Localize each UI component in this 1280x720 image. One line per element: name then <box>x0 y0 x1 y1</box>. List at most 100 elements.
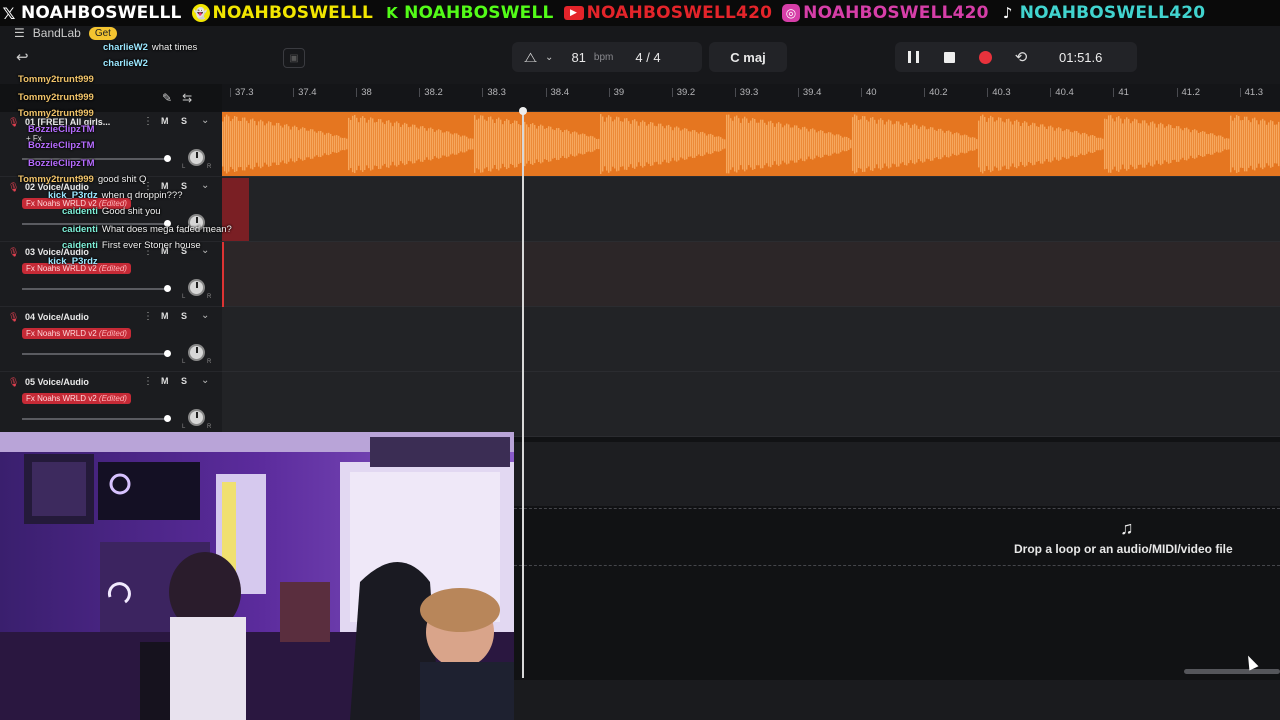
waveform-sample <box>666 125 668 163</box>
track-lane-04[interactable] <box>222 307 1280 372</box>
waveform-sample <box>1232 120 1234 168</box>
track-lane-02[interactable] <box>222 177 1280 242</box>
chevron-down-icon[interactable]: ⌄ <box>201 375 209 386</box>
social-instagram: ◎ NOAHBOSWELL420 <box>782 3 989 23</box>
fx-chip[interactable]: Fx Noahs WRLD v2 (Edited) <box>22 393 131 404</box>
waveform-sample <box>674 127 676 161</box>
app-logo[interactable]: ☰ BandLab Get <box>14 26 117 40</box>
social-kick: K NOAHBOSWELL <box>383 3 554 23</box>
track-lane-03[interactable] <box>222 242 1280 307</box>
pan-knob[interactable] <box>188 279 205 296</box>
chat-text: when q droppin??? <box>101 190 183 201</box>
waveform-sample <box>1242 120 1244 168</box>
waveform-sample <box>914 123 916 165</box>
pause-button[interactable] <box>895 42 931 72</box>
volume-slider-handle[interactable] <box>164 350 171 357</box>
chevron-down-icon[interactable]: ⌄ <box>201 115 209 126</box>
waveform-sample <box>1162 124 1164 164</box>
fx-edited-label: (Edited) <box>98 264 127 273</box>
audio-waveform <box>222 114 1280 174</box>
back-arrow-icon[interactable]: ↩ <box>16 48 38 68</box>
track-name[interactable]: 05 Voice/Audio <box>25 377 89 387</box>
volume-slider[interactable] <box>22 415 171 422</box>
waveform-sample <box>294 125 296 163</box>
chat-username: Tommy2trunt999 <box>18 74 94 85</box>
volume-slider-handle[interactable] <box>164 415 171 422</box>
track-lane-05[interactable] <box>222 372 1280 437</box>
waveform-sample <box>834 135 836 153</box>
pencil-icon[interactable]: ✎ <box>162 91 172 105</box>
waveform-sample <box>1268 122 1270 166</box>
chevron-down-icon[interactable]: ⌄ <box>545 52 553 63</box>
solo-button[interactable]: S <box>181 311 187 321</box>
waveform-sample <box>514 120 516 168</box>
drop-zone[interactable] <box>514 508 1280 566</box>
metronome-icon[interactable]: ⧍ <box>524 49 537 66</box>
chevron-down-icon[interactable]: ⌄ <box>201 310 209 321</box>
waveform-sample <box>1194 129 1196 159</box>
waveform-sample <box>1148 125 1150 163</box>
waveform-sample <box>802 127 804 161</box>
mute-button[interactable]: M <box>161 116 169 126</box>
track-header-03[interactable]: 🎙 03 Voice/Audio ⋮ M S ⌄ Fx Noahs WRLD v2 (Edi… <box>0 242 222 307</box>
waveform-sample <box>316 132 318 156</box>
volume-slider-handle[interactable] <box>164 155 171 162</box>
volume-slider[interactable] <box>22 285 171 292</box>
waveform-sample <box>384 124 386 164</box>
mute-button[interactable]: M <box>161 376 169 386</box>
ruler-tick: 40.2 <box>924 87 948 98</box>
chat-message: charlieW2 what times <box>103 42 197 53</box>
hamburger-icon[interactable]: ☰ <box>14 26 25 40</box>
tiktok-icon: ♪ <box>1002 4 1013 22</box>
more-options-icon[interactable]: ⋮ <box>143 376 153 387</box>
waveform-sample <box>1210 133 1212 155</box>
waveform-sample <box>558 128 560 160</box>
cube-icon[interactable]: ▣ <box>283 48 305 68</box>
pan-knob[interactable] <box>188 149 205 166</box>
playhead-handle[interactable] <box>519 107 527 115</box>
social-handle: NOAHBOSWELL420 <box>586 3 773 23</box>
mute-button[interactable]: M <box>161 311 169 321</box>
waveform-sample <box>1050 125 1052 163</box>
playhead[interactable] <box>522 110 524 678</box>
tracks-settings-icon[interactable]: ⇆ <box>182 91 192 105</box>
waveform-sample <box>474 115 476 173</box>
solo-button[interactable]: S <box>181 376 187 386</box>
waveform-sample <box>1186 127 1188 161</box>
solo-button[interactable]: S <box>181 116 187 126</box>
fx-chip[interactable]: Fx Noahs WRLD v2 (Edited) <box>22 328 131 339</box>
waveform-sample <box>370 117 372 171</box>
snapchat-ghost-icon: 👻 <box>191 4 210 22</box>
social-snapchat: 👻 NOAHBOSWELLL <box>191 3 374 23</box>
waveform-sample <box>254 120 256 168</box>
track-name[interactable]: 04 Voice/Audio <box>25 312 89 322</box>
more-options-icon[interactable]: ⋮ <box>143 116 153 127</box>
volume-slider[interactable] <box>22 350 171 357</box>
volume-slider-handle[interactable] <box>164 285 171 292</box>
more-options-icon[interactable]: ⋮ <box>143 311 153 322</box>
waveform-sample <box>1174 128 1176 160</box>
track-number: 05 <box>25 377 36 387</box>
chevron-down-icon[interactable]: ⌄ <box>201 180 209 191</box>
bpm-value[interactable]: 81 <box>571 50 585 65</box>
key-selector[interactable]: C maj <box>709 42 787 72</box>
timeline-ruler[interactable]: 37.3 37.4 38 38.2 38.3 38.4 39 39.2 39.3 39.4 40 40… <box>222 84 1280 112</box>
track-header-05[interactable]: 🎙 05 Voice/Audio ⋮ M S ⌄ Fx Noahs WRLD v2 (Edi… <box>0 372 222 437</box>
horizontal-scrollbar[interactable] <box>1184 669 1280 674</box>
get-button[interactable]: Get <box>88 26 117 40</box>
waveform-sample <box>676 126 678 162</box>
waveform-sample <box>580 134 582 154</box>
loop-button[interactable]: ⟲ <box>1003 42 1039 72</box>
chat-username: Tommy2trunt999 <box>18 92 94 103</box>
waveform-sample <box>1036 126 1038 162</box>
pan-knob[interactable] <box>188 344 205 361</box>
track-lane-01[interactable] <box>222 112 1280 177</box>
waveform-sample <box>584 134 586 154</box>
waveform-sample <box>1252 118 1254 170</box>
pan-knob[interactable] <box>188 409 205 426</box>
stop-button[interactable] <box>931 42 967 72</box>
time-signature[interactable]: 4 / 4 <box>635 50 660 65</box>
chevron-down-icon[interactable]: ⌄ <box>201 245 209 256</box>
track-header-04[interactable]: 🎙 04 Voice/Audio ⋮ M S ⌄ Fx Noahs WRLD v2 (Edi… <box>0 307 222 372</box>
record-button[interactable] <box>967 42 1003 72</box>
